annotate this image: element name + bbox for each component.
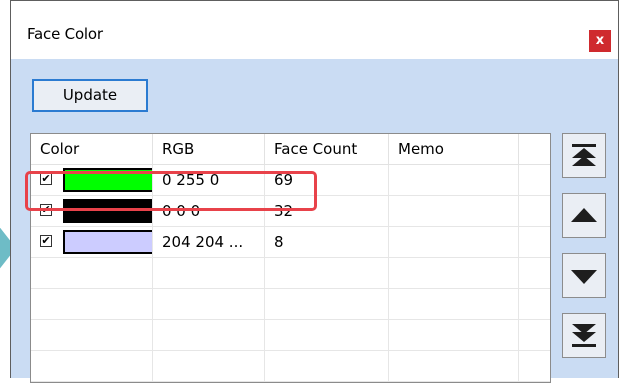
- row-checkbox[interactable]: ✔: [40, 235, 52, 247]
- close-button[interactable]: x: [589, 30, 611, 52]
- memo-cell[interactable]: [389, 196, 519, 226]
- column-header-face-count[interactable]: Face Count: [265, 134, 389, 164]
- face-count-cell: 8: [265, 227, 389, 257]
- table-row[interactable]: ✔ 204 204 ... 8: [31, 227, 550, 258]
- window-title: Face Color: [27, 25, 103, 43]
- move-to-bottom-icon: [572, 324, 596, 347]
- close-icon: x: [595, 33, 605, 48]
- column-header-rgb[interactable]: RGB: [153, 134, 265, 164]
- empty-row: [31, 289, 550, 320]
- title-bar: Face Color x: [11, 1, 618, 59]
- color-swatch[interactable]: [63, 230, 152, 254]
- empty-row: [31, 351, 550, 382]
- table-header: Color RGB Face Count Memo: [31, 134, 550, 165]
- color-cell: ✔: [31, 227, 153, 257]
- memo-cell[interactable]: [389, 165, 519, 195]
- move-up-button[interactable]: [562, 193, 606, 238]
- column-header-color[interactable]: Color: [31, 134, 153, 164]
- move-to-bottom-button[interactable]: [562, 313, 606, 358]
- move-to-top-button[interactable]: [562, 133, 606, 178]
- update-button[interactable]: Update: [32, 79, 148, 112]
- move-down-button[interactable]: [562, 253, 606, 298]
- empty-row: [31, 320, 550, 351]
- memo-cell[interactable]: [389, 227, 519, 257]
- column-header-memo[interactable]: Memo: [389, 134, 519, 164]
- empty-row: [31, 258, 550, 289]
- dialog-body: Update Color RGB Face Count Memo ✔ 0 255…: [11, 59, 618, 383]
- highlight-box: [25, 171, 317, 211]
- move-down-icon: [571, 270, 597, 284]
- move-up-icon: [571, 208, 597, 222]
- rgb-cell: 204 204 ...: [153, 227, 265, 257]
- move-to-top-icon: [572, 144, 596, 166]
